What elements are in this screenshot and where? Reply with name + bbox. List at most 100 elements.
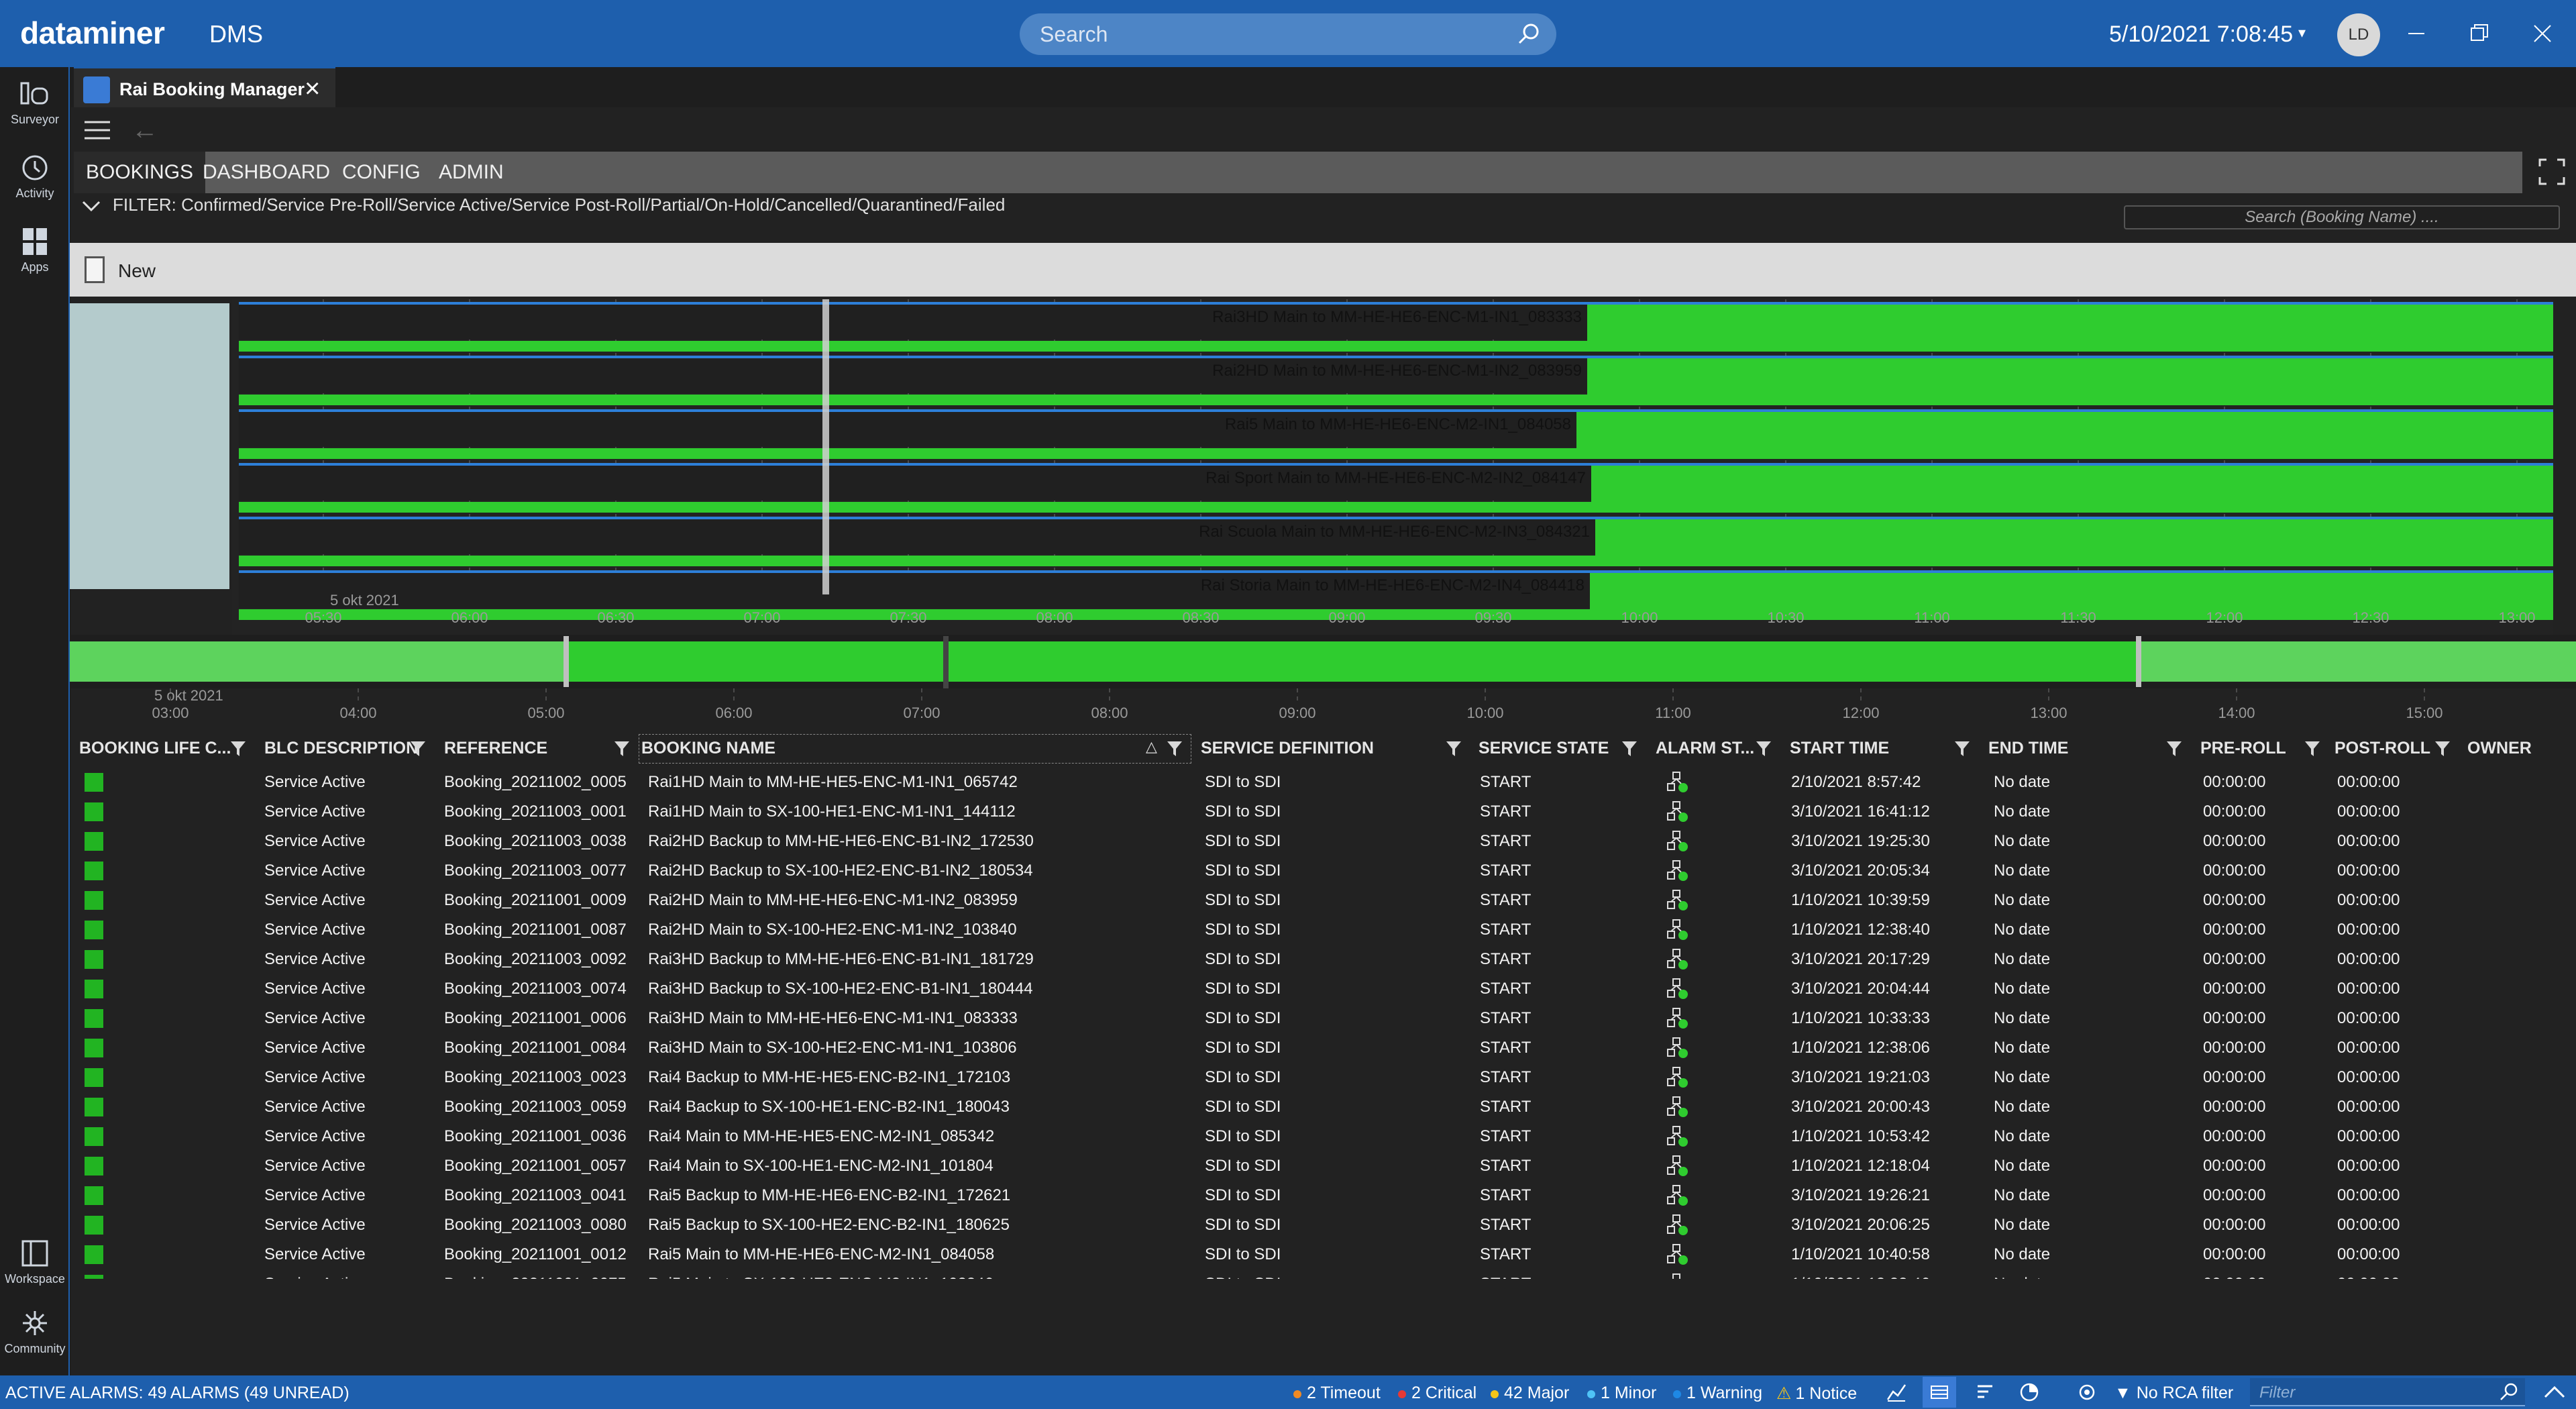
column-filter-icon[interactable] bbox=[613, 739, 631, 758]
table-row[interactable]: Service Active Booking_20211003_0092 Rai3H… bbox=[70, 945, 2576, 974]
gantt-active-block[interactable] bbox=[1587, 305, 2553, 352]
close-tab-icon[interactable]: × bbox=[305, 74, 320, 104]
alarm-state-icon[interactable] bbox=[1665, 1213, 1689, 1237]
table-row[interactable]: Service Active Booking_20211001_0012 Rai5 … bbox=[70, 1240, 2576, 1269]
column-filter-icon[interactable] bbox=[2304, 739, 2321, 758]
alarm-state-icon[interactable] bbox=[1665, 947, 1689, 972]
gantt-active-block[interactable] bbox=[1587, 358, 2553, 405]
tab-bookings[interactable]: BOOKINGS bbox=[74, 152, 206, 193]
column-header[interactable]: START TIME bbox=[1790, 729, 1889, 768]
column-header[interactable]: END TIME bbox=[1988, 729, 2068, 768]
alarm-state-icon[interactable] bbox=[1665, 977, 1689, 1001]
restore-icon[interactable] bbox=[2463, 17, 2496, 50]
column-filter-icon[interactable] bbox=[2434, 739, 2451, 758]
column-header[interactable]: REFERENCE bbox=[444, 729, 547, 768]
column-header[interactable]: BOOKING LIFE C... bbox=[79, 729, 231, 768]
chevron-down-icon[interactable]: ▾ bbox=[2298, 24, 2306, 42]
column-header[interactable]: SERVICE DEFINITION bbox=[1201, 729, 1374, 768]
table-row[interactable]: Service Active Booking_20211001_0009 Rai2H… bbox=[70, 886, 2576, 915]
column-header[interactable]: SERVICE STATE bbox=[1479, 729, 1609, 768]
alarm-state-icon[interactable] bbox=[1665, 1243, 1689, 1267]
global-search-input[interactable] bbox=[1040, 19, 1509, 50]
timeline-navigator[interactable] bbox=[70, 635, 2576, 688]
column-filter-icon[interactable] bbox=[1445, 739, 1462, 758]
rca-filter[interactable]: ▼ No RCA filter bbox=[2114, 1384, 2233, 1403]
timeout-count[interactable]: 2 Timeout bbox=[1293, 1384, 1381, 1403]
filter-summary[interactable]: FILTER: Confirmed/Service Pre-Roll/Servi… bbox=[79, 195, 1005, 221]
table-row[interactable]: Service Active Booking_20211003_0023 Rai4 … bbox=[70, 1063, 2576, 1092]
tab-admin[interactable]: ADMIN bbox=[427, 152, 516, 193]
sort-icon[interactable] bbox=[1975, 1382, 1995, 1402]
sort-ascending-icon[interactable]: △ bbox=[1146, 738, 1157, 755]
nav-workspace[interactable]: Workspace bbox=[0, 1239, 70, 1286]
column-filter-icon[interactable] bbox=[2165, 739, 2183, 758]
table-row[interactable]: Service Active Booking_20211003_0038 Rai2H… bbox=[70, 827, 2576, 856]
table-row[interactable]: Service Active Booking_20211001_0036 Rai4 … bbox=[70, 1122, 2576, 1151]
table-row[interactable]: Service Active Booking_20211003_0001 Rai1H… bbox=[70, 797, 2576, 827]
nav-community[interactable]: Community bbox=[0, 1308, 70, 1356]
minimize-icon[interactable] bbox=[2400, 17, 2432, 50]
booking-search-input[interactable]: Search (Booking Name) .... bbox=[2124, 205, 2560, 229]
warning-count[interactable]: 1 Warning bbox=[1673, 1384, 1762, 1403]
alarm-state-icon[interactable] bbox=[1665, 1272, 1689, 1279]
column-filter-icon[interactable] bbox=[409, 739, 427, 758]
table-row[interactable]: Service Active Booking_20211001_0057 Rai4 … bbox=[70, 1151, 2576, 1181]
alarm-state-icon[interactable] bbox=[1665, 918, 1689, 942]
new-document-icon[interactable] bbox=[85, 256, 105, 283]
trend-icon[interactable] bbox=[1886, 1382, 1907, 1402]
timeline-right-handle[interactable] bbox=[2136, 636, 2141, 687]
column-filter-icon[interactable] bbox=[1621, 739, 1638, 758]
search-icon[interactable] bbox=[2498, 1381, 2520, 1402]
active-alarms-text[interactable]: ACTIVE ALARMS: 49 ALARMS (49 UNREAD) bbox=[5, 1384, 350, 1403]
chevron-up-icon[interactable] bbox=[2542, 1384, 2567, 1401]
alarm-filter-input[interactable] bbox=[2259, 1382, 2474, 1404]
timeline-visible-range[interactable] bbox=[566, 641, 2139, 682]
focus-icon[interactable] bbox=[2077, 1382, 2097, 1402]
column-header[interactable]: OWNER bbox=[2467, 729, 2532, 768]
hamburger-menu-icon[interactable] bbox=[83, 118, 111, 142]
alarm-state-icon[interactable] bbox=[1665, 888, 1689, 912]
search-icon[interactable] bbox=[1516, 21, 1542, 47]
column-filter-icon[interactable] bbox=[229, 739, 247, 758]
pie-chart-icon[interactable] bbox=[2019, 1382, 2039, 1402]
table-row[interactable]: Service Active Booking_20211003_0080 Rai5 … bbox=[70, 1210, 2576, 1240]
table-row[interactable]: Service Active Booking_20211003_0059 Rai4 … bbox=[70, 1092, 2576, 1122]
column-header[interactable]: PRE-ROLL bbox=[2200, 729, 2286, 768]
tab-dashboard[interactable]: DASHBOARD bbox=[191, 152, 342, 193]
gantt-active-block[interactable] bbox=[1591, 466, 2553, 513]
column-filter-icon[interactable] bbox=[1755, 739, 1772, 758]
list-view-button[interactable] bbox=[1923, 1377, 1956, 1408]
table-row[interactable]: Service Active Booking_20211001_0087 Rai2H… bbox=[70, 915, 2576, 945]
alarm-state-icon[interactable] bbox=[1665, 1125, 1689, 1149]
avatar[interactable]: LD bbox=[2337, 13, 2380, 56]
nav-apps[interactable]: Apps bbox=[0, 227, 70, 274]
tab-config[interactable]: CONFIG bbox=[330, 152, 433, 193]
alarm-state-icon[interactable] bbox=[1665, 1036, 1689, 1060]
close-icon[interactable] bbox=[2526, 17, 2559, 50]
app-tab-rai-booking-manager[interactable]: Rai Booking Manager × bbox=[74, 67, 335, 109]
alarm-state-icon[interactable] bbox=[1665, 1184, 1689, 1208]
fullscreen-icon[interactable] bbox=[2538, 158, 2565, 185]
gantt-active-block[interactable] bbox=[1576, 412, 2553, 459]
chevron-down-icon[interactable] bbox=[79, 198, 103, 214]
table-row[interactable]: Service Active Booking_20211003_0074 Rai3H… bbox=[70, 974, 2576, 1004]
table-row[interactable]: Service Active Booking_20211001_0084 Rai3H… bbox=[70, 1033, 2576, 1063]
column-header[interactable]: BLC DESCRIPTION bbox=[264, 729, 418, 768]
notice-count[interactable]: ⚠ 1 Notice bbox=[1776, 1384, 1857, 1404]
nav-surveyor[interactable]: Surveyor bbox=[0, 79, 70, 127]
back-arrow-icon[interactable]: ← bbox=[131, 115, 158, 146]
timeline-left-handle[interactable] bbox=[564, 636, 569, 687]
alarm-state-icon[interactable] bbox=[1665, 1006, 1689, 1031]
alarm-state-icon[interactable] bbox=[1665, 1154, 1689, 1178]
alarm-filter-box[interactable] bbox=[2250, 1378, 2525, 1406]
table-row[interactable]: Service Active Booking_20211001_0006 Rai3H… bbox=[70, 1004, 2576, 1033]
major-count[interactable]: 42 Major bbox=[1491, 1384, 1569, 1403]
alarm-state-icon[interactable] bbox=[1665, 800, 1689, 824]
gantt-active-block[interactable] bbox=[1595, 519, 2553, 566]
column-header[interactable]: ALARM ST... bbox=[1656, 729, 1754, 768]
minor-count[interactable]: 1 Minor bbox=[1587, 1384, 1656, 1403]
table-row[interactable]: Service Active Booking_20211003_0041 Rai5 … bbox=[70, 1181, 2576, 1210]
critical-count[interactable]: 2 Critical bbox=[1398, 1384, 1477, 1403]
table-row[interactable]: Service Active Booking_20211001_0075 Rai5 … bbox=[70, 1269, 2576, 1279]
alarm-state-icon[interactable] bbox=[1665, 1065, 1689, 1090]
